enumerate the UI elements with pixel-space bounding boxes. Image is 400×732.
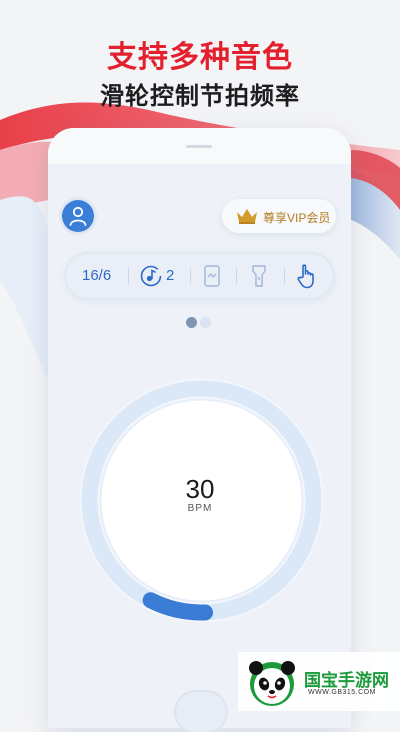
vibrate-button[interactable] [200, 252, 228, 300]
banner-subtitle: 滑轮控制节拍频率 [100, 82, 300, 110]
banner-title: 支持多种音色 [107, 40, 293, 75]
vip-label: 尊享VIP会员 [263, 211, 331, 225]
bpm-unit: BPM [187, 503, 213, 514]
toolbar-divider [128, 268, 129, 284]
bpm-value: 30 [185, 474, 215, 504]
watermark-name: 国宝手游网 [304, 671, 389, 691]
note-dial-icon [140, 265, 162, 287]
tap-tempo-button[interactable] [294, 252, 322, 300]
watermark-url: WWW.GB315.COM [308, 689, 376, 696]
tap-hand-icon [297, 264, 314, 289]
flashlight-button[interactable] [246, 252, 274, 300]
play-button[interactable] [176, 692, 226, 732]
crown-icon [237, 209, 257, 224]
panda-logo-icon [249, 661, 295, 706]
page-dot[interactable] [200, 317, 211, 328]
site-watermark: 国宝手游网 WWW.GB315.COM [238, 652, 400, 711]
control-toolbar: 16/6 2 [64, 252, 335, 300]
flashlight-icon [252, 265, 266, 287]
time-signature-value: 16/6 [82, 267, 112, 284]
avatar-button[interactable] [62, 200, 94, 232]
toolbar-divider [236, 268, 237, 284]
time-signature-button[interactable]: 16/6 [82, 252, 122, 300]
user-icon [69, 206, 87, 226]
toolbar-divider [284, 268, 285, 284]
vibrate-phone-icon [204, 265, 220, 287]
vip-button[interactable]: 尊享VIP会员 [222, 199, 336, 233]
subdivision-button[interactable]: 2 [138, 252, 182, 300]
toolbar-divider [190, 268, 191, 284]
page-dot-active[interactable] [186, 317, 197, 328]
phone-speaker [186, 145, 212, 148]
subdivision-value: 2 [166, 267, 175, 284]
